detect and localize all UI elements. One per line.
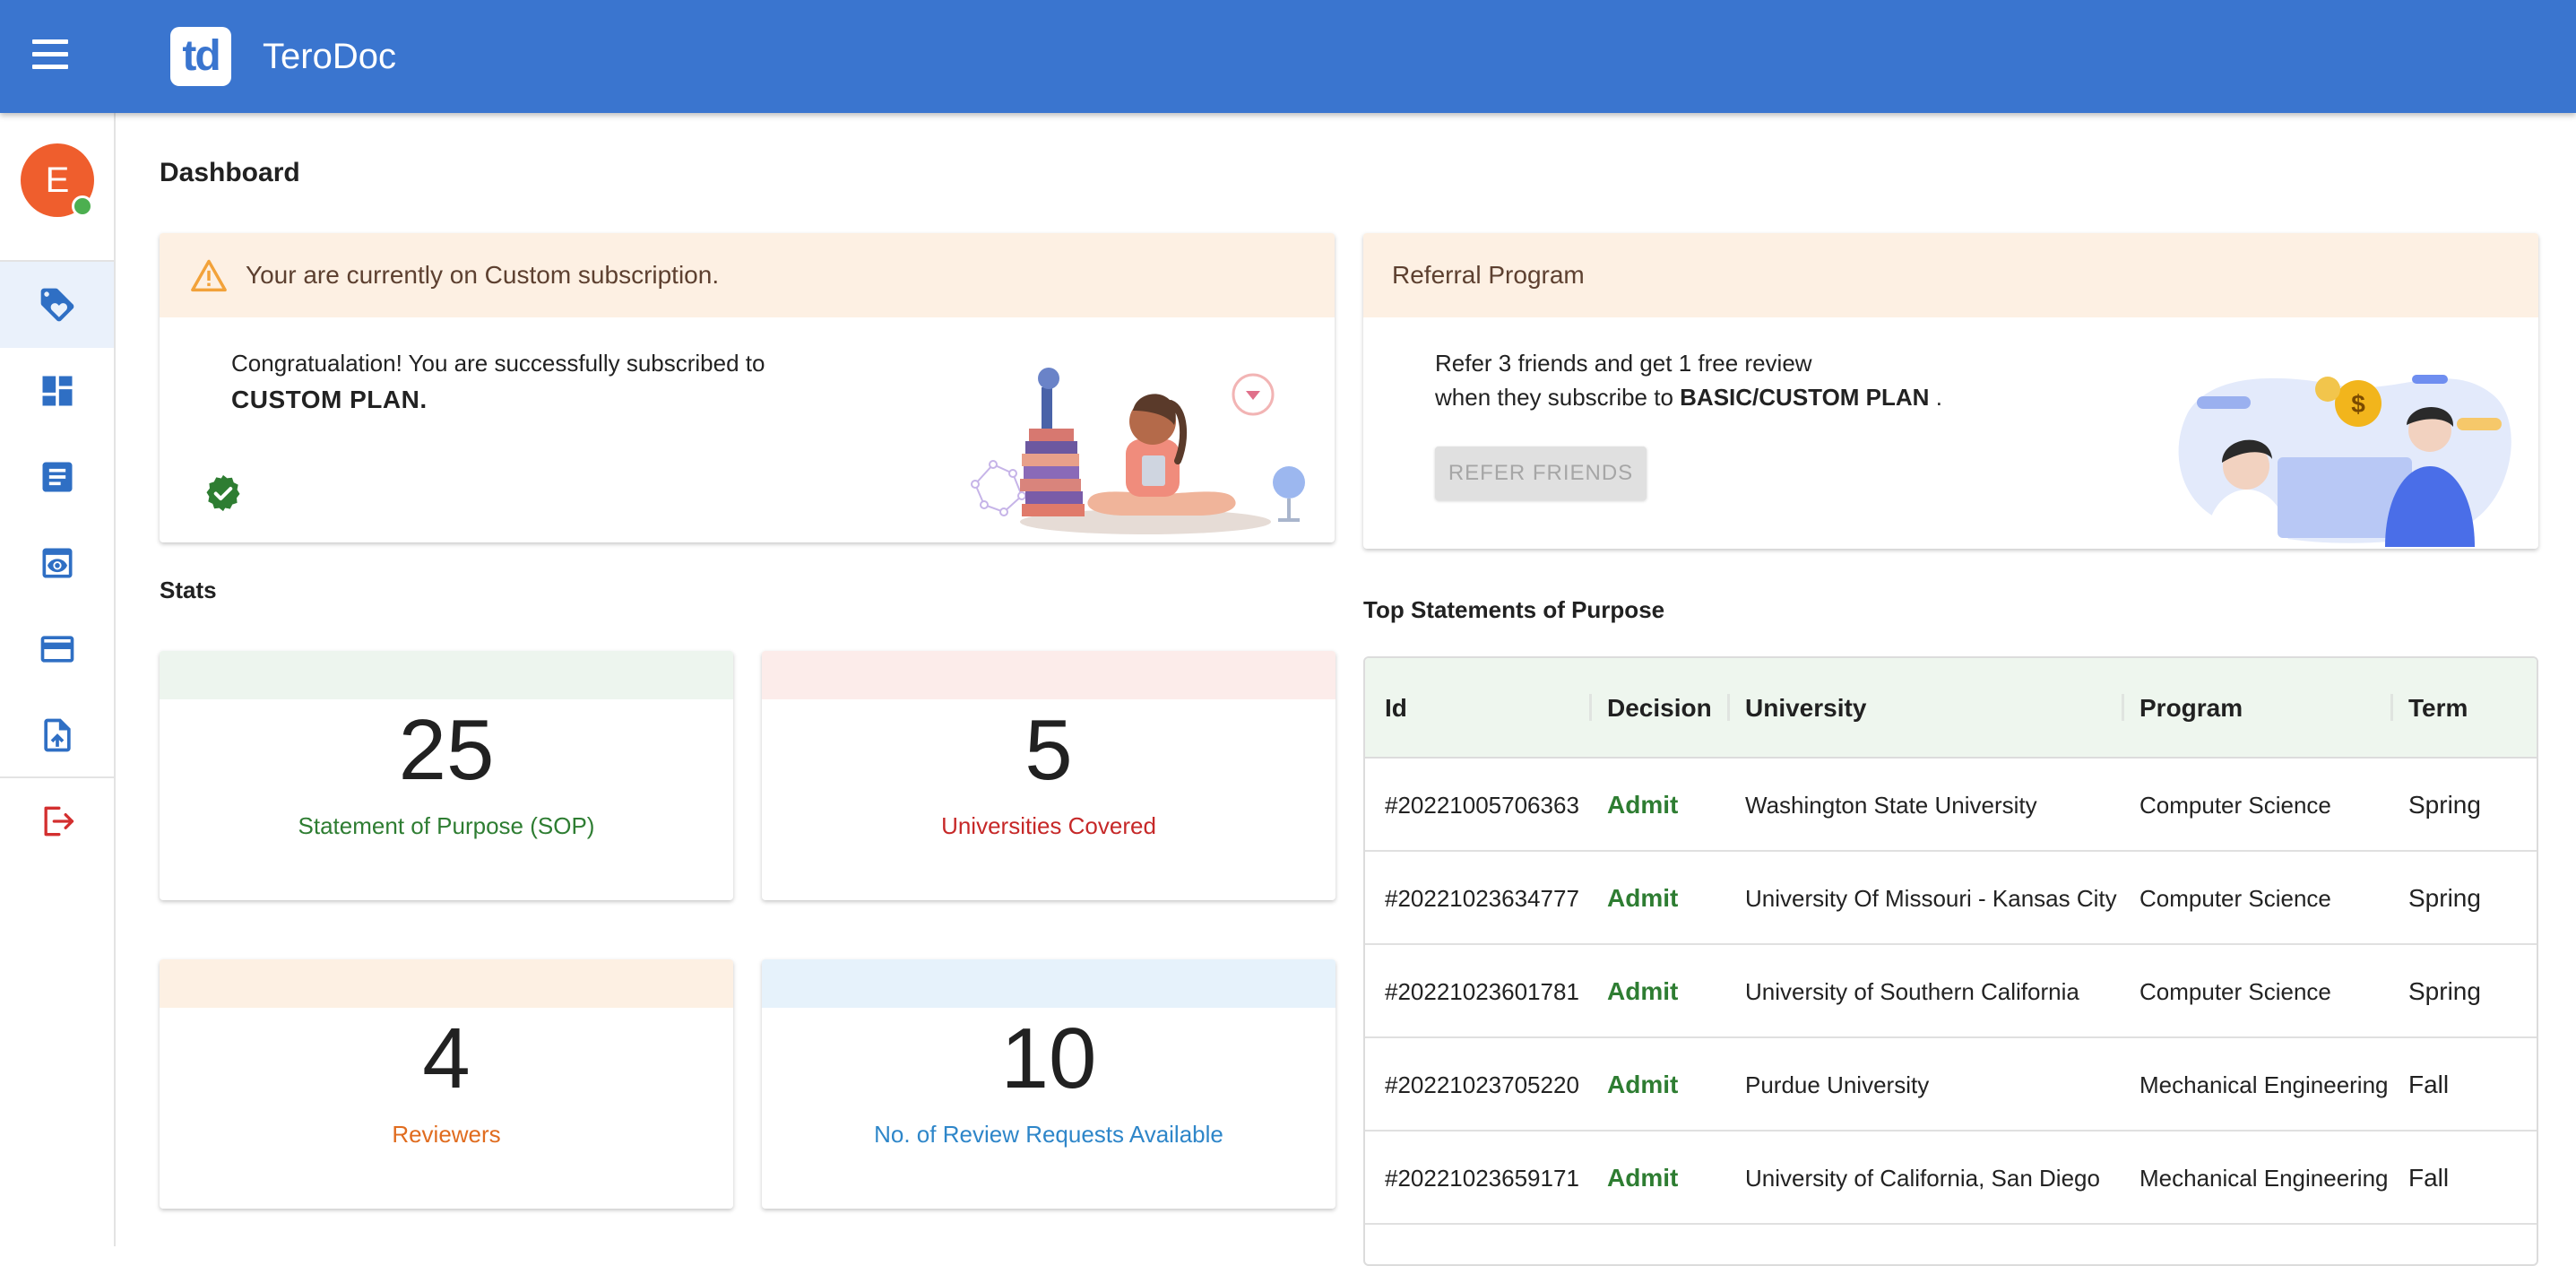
page-title: Dashboard bbox=[160, 158, 300, 187]
stat-label: No. of Review Requests Available bbox=[874, 1121, 1223, 1148]
app-logo[interactable]: td bbox=[170, 27, 231, 86]
sidebar-item-documents[interactable] bbox=[0, 434, 114, 520]
subscription-alert-text: Your are currently on Custom subscriptio… bbox=[246, 261, 720, 289]
column-separator[interactable] bbox=[2122, 694, 2124, 721]
preview-eye-icon bbox=[42, 548, 72, 578]
cell-decision: Admit bbox=[1607, 977, 1679, 1005]
student-illustration bbox=[971, 368, 1305, 534]
column-header-term[interactable]: Term bbox=[2408, 658, 2468, 759]
cell-university: University Of Missouri - Kansas City bbox=[1745, 885, 2117, 912]
subscription-card: Your are currently on Custom subscriptio… bbox=[160, 233, 1335, 542]
document-icon bbox=[42, 462, 72, 492]
column-separator[interactable] bbox=[1589, 694, 1592, 721]
table-row[interactable]: #20221023601781 Admit University of Sout… bbox=[1365, 945, 2537, 1038]
stat-card-reviewers[interactable]: 4 Reviewers bbox=[160, 959, 733, 1209]
cell-decision: Admit bbox=[1607, 884, 1679, 912]
stat-band bbox=[762, 959, 1336, 1008]
cell-program: Mechanical Engineering bbox=[2139, 1071, 2389, 1098]
cell-university: University of California, San Diego bbox=[1745, 1165, 2100, 1192]
app-title: TeroDoc bbox=[263, 37, 396, 76]
cell-program: Computer Science bbox=[2139, 792, 2331, 819]
top-sop-table: Id Decision University Program Term #202… bbox=[1363, 656, 2538, 1266]
table-row[interactable]: #20221023705220 Admit Purdue University … bbox=[1365, 1038, 2537, 1132]
referral-title: Referral Program bbox=[1363, 233, 2538, 317]
table-row[interactable]: #20221023634777 Admit University Of Miss… bbox=[1365, 852, 2537, 945]
cell-university: Purdue University bbox=[1745, 1071, 1930, 1098]
sidebar-item-logout[interactable] bbox=[0, 778, 114, 864]
column-header-decision[interactable]: Decision bbox=[1607, 658, 1712, 759]
sidebar-item-dashboard[interactable] bbox=[0, 348, 114, 434]
sidebar-item-preview[interactable] bbox=[0, 520, 114, 606]
cell-id: #20221023634777 bbox=[1385, 885, 1579, 912]
stat-value: 5 bbox=[1024, 702, 1073, 798]
cell-university: University of Southern California bbox=[1745, 978, 2079, 1005]
referral-condition-prefix: when they subscribe to bbox=[1435, 384, 1681, 411]
sidebar-item-upload[interactable] bbox=[0, 692, 114, 778]
cell-id: #20221023705220 bbox=[1385, 1071, 1579, 1098]
refer-friends-button[interactable]: REFER FRIENDS bbox=[1435, 447, 1647, 500]
stat-value: 25 bbox=[398, 702, 495, 798]
top-sop-title: Top Statements of Purpose bbox=[1363, 596, 1665, 623]
stat-band bbox=[762, 651, 1336, 699]
referral-condition-suffix: . bbox=[1929, 384, 1942, 411]
column-separator[interactable] bbox=[2390, 694, 2393, 721]
cell-term: Fall bbox=[2408, 1164, 2450, 1192]
column-header-program[interactable]: Program bbox=[2139, 658, 2243, 759]
referral-condition: when they subscribe to BASIC/CUSTOM PLAN… bbox=[1435, 384, 1942, 412]
referral-card: Referral Program Refer 3 friends and get… bbox=[1363, 233, 2538, 549]
column-header-id[interactable]: Id bbox=[1385, 658, 1407, 759]
cell-decision: Admit bbox=[1607, 791, 1679, 819]
stat-card-review-requests[interactable]: 10 No. of Review Requests Available bbox=[762, 959, 1336, 1209]
table-row[interactable]: #20221005706363 Admit Washington State U… bbox=[1365, 759, 2537, 852]
cell-id: #20221023601781 bbox=[1385, 978, 1579, 1005]
stat-band bbox=[160, 651, 733, 699]
cell-term: Spring bbox=[2408, 884, 2481, 912]
cell-program: Computer Science bbox=[2139, 978, 2331, 1005]
stats-title: Stats bbox=[160, 577, 217, 603]
subscription-plan: CUSTOM PLAN. bbox=[231, 386, 428, 413]
app-bar: td TeroDoc bbox=[0, 0, 2576, 113]
table-row[interactable]: #20221023659171 Admit University of Cali… bbox=[1365, 1132, 2537, 1225]
referral-plan-name: BASIC/CUSTOM PLAN bbox=[1680, 384, 1930, 411]
cell-term: Fall bbox=[2408, 1071, 2450, 1098]
stat-value: 10 bbox=[1000, 1010, 1097, 1106]
sidebar: E bbox=[0, 113, 116, 1246]
logout-icon bbox=[44, 806, 73, 837]
file-upload-icon bbox=[43, 718, 71, 752]
sidebar-item-offers[interactable] bbox=[0, 262, 114, 348]
sidebar-item-billing[interactable] bbox=[0, 606, 114, 692]
subscription-alert: Your are currently on Custom subscriptio… bbox=[160, 233, 1335, 317]
column-header-university[interactable]: University bbox=[1745, 658, 1866, 759]
svg-text:$: $ bbox=[2351, 390, 2365, 418]
stat-label: Statement of Purpose (SOP) bbox=[298, 812, 595, 839]
stat-label: Reviewers bbox=[392, 1121, 501, 1148]
column-separator[interactable] bbox=[1727, 694, 1730, 721]
dashboard-icon bbox=[42, 376, 72, 406]
stat-card-sop[interactable]: 25 Statement of Purpose (SOP) bbox=[160, 651, 733, 900]
tag-heart-icon bbox=[40, 288, 73, 322]
table-header: Id Decision University Program Term bbox=[1365, 658, 2537, 759]
hamburger-menu-icon[interactable] bbox=[32, 39, 81, 74]
cell-program: Mechanical Engineering bbox=[2139, 1165, 2389, 1192]
referral-description: Refer 3 friends and get 1 free review bbox=[1435, 350, 1812, 377]
stat-label: Universities Covered bbox=[941, 812, 1156, 839]
cell-id: #20221023659171 bbox=[1385, 1165, 1579, 1192]
cell-decision: Admit bbox=[1607, 1071, 1679, 1098]
cell-id: #20221005706363 bbox=[1385, 792, 1579, 819]
cell-university: Washington State University bbox=[1745, 792, 2037, 819]
cell-decision: Admit bbox=[1607, 1164, 1679, 1192]
subscription-message: Congratualation! You are successfully su… bbox=[231, 350, 765, 377]
cell-term: Spring bbox=[2408, 977, 2481, 1005]
warning-icon bbox=[191, 259, 227, 292]
credit-card-icon bbox=[40, 636, 73, 663]
stat-value: 4 bbox=[422, 1010, 471, 1106]
cell-term: Spring bbox=[2408, 791, 2481, 819]
verified-badge-icon bbox=[206, 474, 240, 512]
stat-band bbox=[160, 959, 733, 1008]
online-status-dot bbox=[72, 195, 93, 217]
cell-program: Computer Science bbox=[2139, 885, 2331, 912]
stat-card-universities[interactable]: 5 Universities Covered bbox=[762, 651, 1336, 900]
referral-illustration: $ bbox=[2178, 375, 2511, 547]
